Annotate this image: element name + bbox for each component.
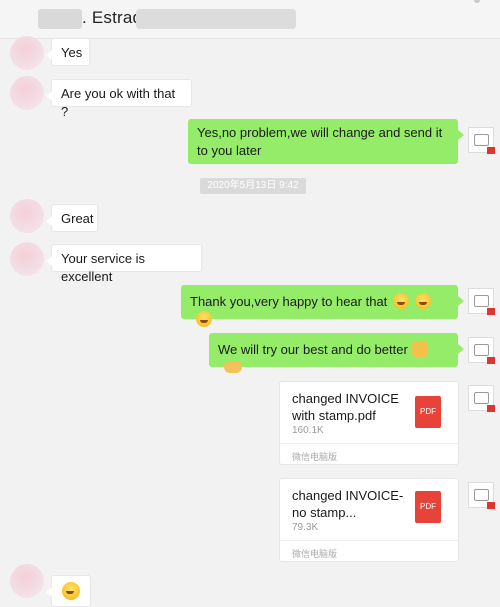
contact-name[interactable]: . Estrad (82, 8, 142, 28)
file-source: 微信电脑版 (292, 452, 338, 462)
contact-avatar[interactable] (10, 76, 44, 110)
my-avatar[interactable] (468, 127, 495, 154)
contact-avatar[interactable] (10, 242, 44, 276)
message-text: Yes,no problem,we will change and send i… (197, 125, 443, 158)
file-source: 微信电脑版 (292, 549, 338, 559)
message-bubble-received[interactable]: Great (46, 204, 98, 232)
file-name: changed INVOICE with stamp.pdf (292, 391, 399, 423)
my-avatar[interactable] (468, 288, 495, 315)
divider (280, 540, 458, 541)
smiling-face-icon (62, 582, 80, 600)
message-text: Great (61, 211, 94, 226)
my-avatar[interactable] (468, 385, 495, 412)
message-text: Your service is excellent (61, 251, 146, 284)
redacted-name-part (38, 9, 82, 29)
contact-avatar[interactable] (10, 36, 44, 70)
divider (280, 443, 458, 444)
message-timestamp: 2020年5月13日 9:42 (200, 178, 306, 194)
file-size: 79.3K (292, 522, 319, 533)
pdf-file-icon: PDF (415, 396, 441, 428)
message-bubble-sent[interactable]: Yes,no problem,we will change and send i… (188, 119, 464, 164)
message-bubble-sent[interactable]: We will try our best and do better (209, 333, 464, 373)
raised-fist-icon (411, 341, 428, 357)
contact-avatar[interactable] (10, 564, 44, 598)
message-text: Are you ok with that ? (61, 86, 176, 119)
my-avatar[interactable] (468, 337, 495, 364)
file-name: changed INVOICE-no stamp... (292, 488, 404, 520)
chat-header: . Estrad (0, 0, 500, 39)
file-message-card[interactable]: changed INVOICE with stamp.pdf PDF 160.1… (279, 381, 459, 465)
message-bubble-received[interactable] (46, 575, 91, 607)
message-bubble-received[interactable]: Yes (46, 38, 90, 66)
redacted-name-part (136, 9, 296, 29)
more-icon[interactable] (474, 0, 480, 3)
message-bubble-received[interactable]: Are you ok with that ? (46, 79, 192, 119)
message-text: Thank you,very happy to hear that (190, 294, 388, 309)
grinning-face-icon (415, 293, 432, 309)
my-avatar[interactable] (468, 482, 495, 509)
message-bubble-sent[interactable]: Thank you,very happy to hear that (181, 285, 464, 327)
message-text: Yes (61, 45, 83, 60)
file-size: 160.1K (292, 425, 324, 436)
message-text: We will try our best and do better (218, 342, 408, 357)
pdf-file-icon: PDF (415, 491, 441, 523)
grinning-face-icon (196, 311, 212, 327)
file-message-card[interactable]: changed INVOICE-no stamp... PDF 79.3K 微信… (279, 478, 459, 562)
grinning-face-icon (393, 293, 410, 309)
message-bubble-received[interactable]: Your service is excellent (46, 244, 202, 284)
handshake-icon (224, 361, 242, 373)
contact-avatar[interactable] (10, 199, 44, 233)
